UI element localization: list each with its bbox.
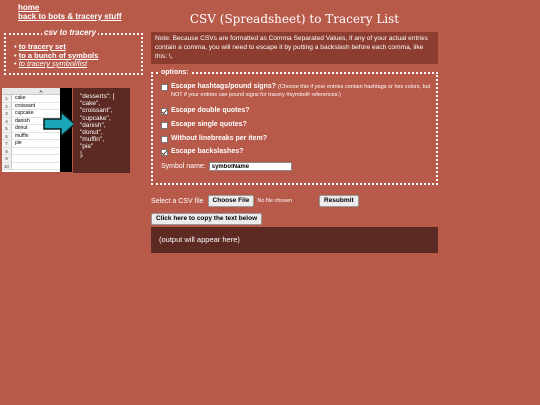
sidebar-item-symbol-list[interactable]: to tracery symbol/list — [14, 59, 98, 69]
option-label: Escape single quotes? — [171, 121, 247, 128]
csv-note: Note: Because CSVs are formatted as Comm… — [151, 32, 438, 64]
row-value: danish — [15, 117, 30, 124]
code-line: "cake", — [80, 100, 101, 108]
row-value: cake — [15, 95, 26, 101]
row-value — [12, 163, 15, 170]
option-escape-backslashes[interactable]: Escape backslashes? — [161, 148, 243, 156]
option-escape-hashtags[interactable]: Escape hashtags/pound signs? (Choose thi… — [161, 83, 431, 99]
row-number: 5 — [2, 125, 12, 132]
home-link[interactable]: home — [18, 3, 122, 12]
checkbox[interactable] — [161, 135, 168, 143]
csv-file-row: Select a CSV file Choose File No file ch… — [151, 195, 292, 207]
checkbox[interactable] — [161, 121, 168, 129]
row-value: muffin — [15, 132, 29, 139]
code-line: "danish", — [80, 121, 106, 129]
row-number: 6 — [2, 132, 12, 139]
sidebar-item-label[interactable]: to tracery symbol/list — [19, 59, 87, 68]
row-number: 9 — [2, 155, 12, 162]
checkbox[interactable] — [161, 148, 168, 156]
row-value: croissant — [15, 102, 36, 109]
option-escape-single-quotes[interactable]: Escape single quotes? — [161, 121, 247, 129]
option-label: Escape double quotes? — [171, 107, 250, 114]
symbol-name-label: Symbol name: — [161, 163, 206, 170]
options-legend: options: — [160, 69, 190, 76]
row-number: 3 — [2, 110, 12, 117]
code-line: ], — [80, 150, 84, 158]
page-title: CSV (Spreadsheet) to Tracery List — [189, 12, 400, 26]
checkbox[interactable] — [161, 107, 168, 115]
option-label: Without linebreaks per item? — [171, 135, 268, 142]
checkbox[interactable] — [161, 83, 168, 91]
symbol-name-row: Symbol name: — [161, 162, 292, 171]
copy-output-button[interactable]: Click here to copy the text below — [151, 213, 263, 225]
row-number: 2 — [2, 102, 12, 109]
choose-file-button[interactable]: Choose File — [207, 195, 255, 207]
sidebar-legend: csv to tracery — [42, 28, 99, 37]
no-file-text: No file chosen — [257, 198, 293, 204]
row-number: 10 — [2, 162, 12, 169]
row-value: cupcake — [15, 110, 34, 116]
arrow-right-icon — [43, 110, 77, 138]
row-value: donut — [15, 125, 28, 131]
symbol-name-input[interactable] — [208, 162, 292, 171]
row-number: 7 — [2, 140, 12, 147]
row-number: 4 — [2, 117, 12, 124]
resubmit-button[interactable]: Resubmit — [319, 195, 359, 207]
back-link[interactable]: back to bots & tracery stuff — [18, 12, 122, 21]
output-area[interactable]: (output will appear here) — [151, 227, 438, 253]
options-panel: options: Escape hashtags/pound signs? (C… — [151, 69, 438, 185]
csv-file-label: Select a CSV file — [151, 197, 204, 205]
row-number: 1 — [2, 95, 12, 102]
example-code: "desserts": [ "cake", "croissant", "cupc… — [73, 88, 130, 173]
option-label: Escape backslashes? — [171, 148, 244, 155]
code-line: "pie" — [80, 143, 94, 151]
option-label: Escape hashtags/pound signs? — [171, 83, 277, 90]
top-links: home back to bots & tracery stuff — [18, 3, 122, 21]
sidebar-nav: csv to tracery to tracery set to a bunch… — [4, 28, 143, 75]
row-number: 8 — [2, 147, 12, 154]
row-value — [12, 155, 15, 162]
code-line: "croissant", — [80, 107, 113, 115]
row-value — [12, 148, 15, 155]
code-line: "donut", — [80, 129, 103, 137]
code-line: "desserts": [ — [80, 93, 115, 100]
row-value: pie — [15, 140, 22, 146]
option-without-linebreaks[interactable]: Without linebreaks per item? — [161, 135, 267, 143]
option-escape-double-quotes[interactable]: Escape double quotes? — [161, 107, 250, 115]
code-line: "cupcake", — [80, 114, 111, 122]
code-line: "muffin", — [80, 136, 105, 144]
